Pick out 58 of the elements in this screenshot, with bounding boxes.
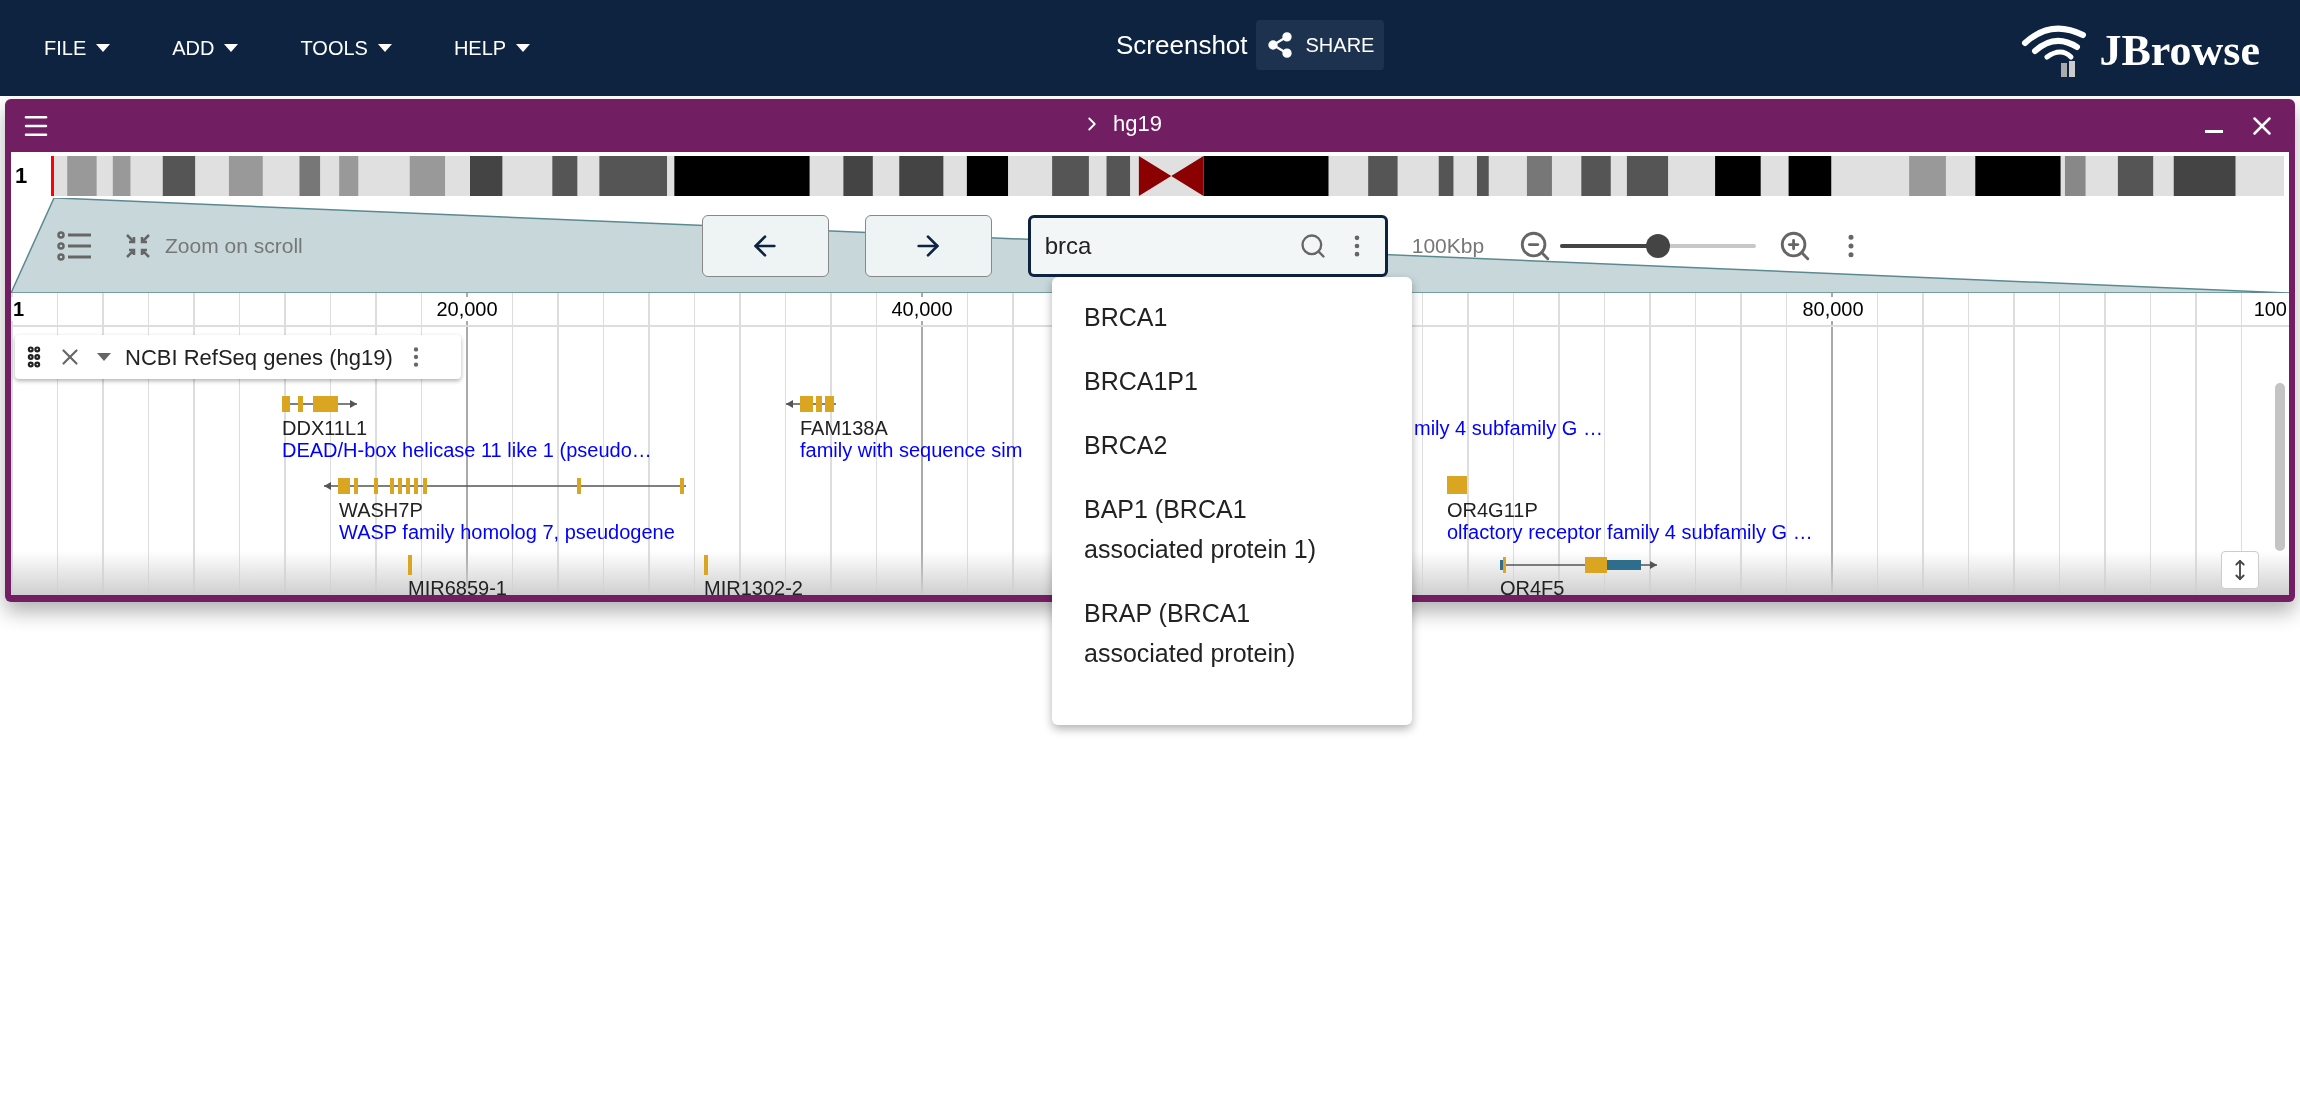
menu-button[interactable]: HELP <box>439 25 545 71</box>
gene-glyph-icon <box>704 555 708 575</box>
resize-button[interactable] <box>2221 551 2259 589</box>
gene-description: family with sequence sim <box>800 439 1023 461</box>
chromosome-label: 1 <box>14 162 29 190</box>
share-button[interactable]: SHARE <box>1255 20 1385 70</box>
suggestion-item[interactable]: BRCA1P1 <box>1052 349 1412 413</box>
zoom-slider-thumb[interactable] <box>1646 233 1671 258</box>
gene-glyph-icon <box>324 478 686 494</box>
gene-description: WASP family homolog 7, pseudogene <box>339 521 675 543</box>
ruler-label: 80,000 <box>1800 297 1866 321</box>
menu-button[interactable]: FILE <box>30 25 125 71</box>
forward-button[interactable] <box>864 214 992 277</box>
gene-description: DEAD/H-box helicase 11 like 1 (pseudo… <box>282 439 652 461</box>
scale-label: 100Kbp <box>1411 232 1485 259</box>
position-marker <box>51 156 54 196</box>
zoom-slider[interactable] <box>1560 233 1757 258</box>
gene-description: olfactory receptor family 4 subfamily G … <box>1447 521 1813 543</box>
menu-button[interactable]: TOOLS <box>286 25 406 71</box>
caret-icon <box>377 44 392 52</box>
scrollbar-thumb[interactable] <box>2275 383 2285 551</box>
back-button[interactable] <box>701 214 829 277</box>
suggestion-item[interactable]: BRCA1 <box>1052 285 1412 349</box>
search-icon[interactable] <box>1298 231 1327 260</box>
track-selector-icon[interactable] <box>57 230 91 261</box>
gene-name: OR4F5 <box>1500 577 1565 599</box>
caret-icon <box>516 44 531 52</box>
gene-glyph-icon <box>1447 476 1467 494</box>
gene-name: DDX11L1 <box>282 417 368 439</box>
caret-icon <box>97 353 111 361</box>
search-box[interactable]: brca <box>1027 214 1388 277</box>
ruler-label: 20,000 <box>434 297 500 321</box>
gene-name: MIR6859-1 <box>408 577 507 599</box>
ruler-label: 40,000 <box>889 297 955 321</box>
gene-glyph-icon <box>408 555 412 575</box>
logo-text: JBrowse <box>2099 29 2260 77</box>
menu-button[interactable]: ADD <box>158 25 253 71</box>
minimize-icon[interactable] <box>2205 129 2223 134</box>
suggestion-item[interactable]: BRCA2 <box>1052 413 1412 477</box>
gene-glyph-icon <box>1500 557 1657 573</box>
suggestion-item[interactable]: BAP1 (BRCA1 associated protein 1) <box>1052 477 1412 581</box>
gene-name: OR4G11P <box>1447 499 1538 521</box>
gene-glyph-icon <box>282 396 357 412</box>
gene-name: MIR1302-2 <box>704 577 803 599</box>
gene-description: mily 4 subfamily G … <box>1414 417 1603 439</box>
shrink-icon <box>125 232 151 259</box>
caret-icon <box>224 44 239 52</box>
gene-name: WASH7P <box>339 499 423 521</box>
assembly-name: hg19 <box>1113 110 1162 138</box>
caret-icon <box>96 44 111 52</box>
ruler-label: 1 <box>11 297 27 321</box>
share-icon <box>1265 31 1294 59</box>
track-title: NCBI RefSeq genes (hg19) <box>125 343 393 372</box>
gene-glyph-icon <box>786 396 836 412</box>
suggestion-item[interactable]: BRAP (BRCA1 associated protein) <box>1052 581 1412 685</box>
session-title: Screenshot <box>1116 28 1248 62</box>
gene-name: FAM138A <box>800 417 888 439</box>
search-input[interactable]: brca <box>1044 227 1299 264</box>
